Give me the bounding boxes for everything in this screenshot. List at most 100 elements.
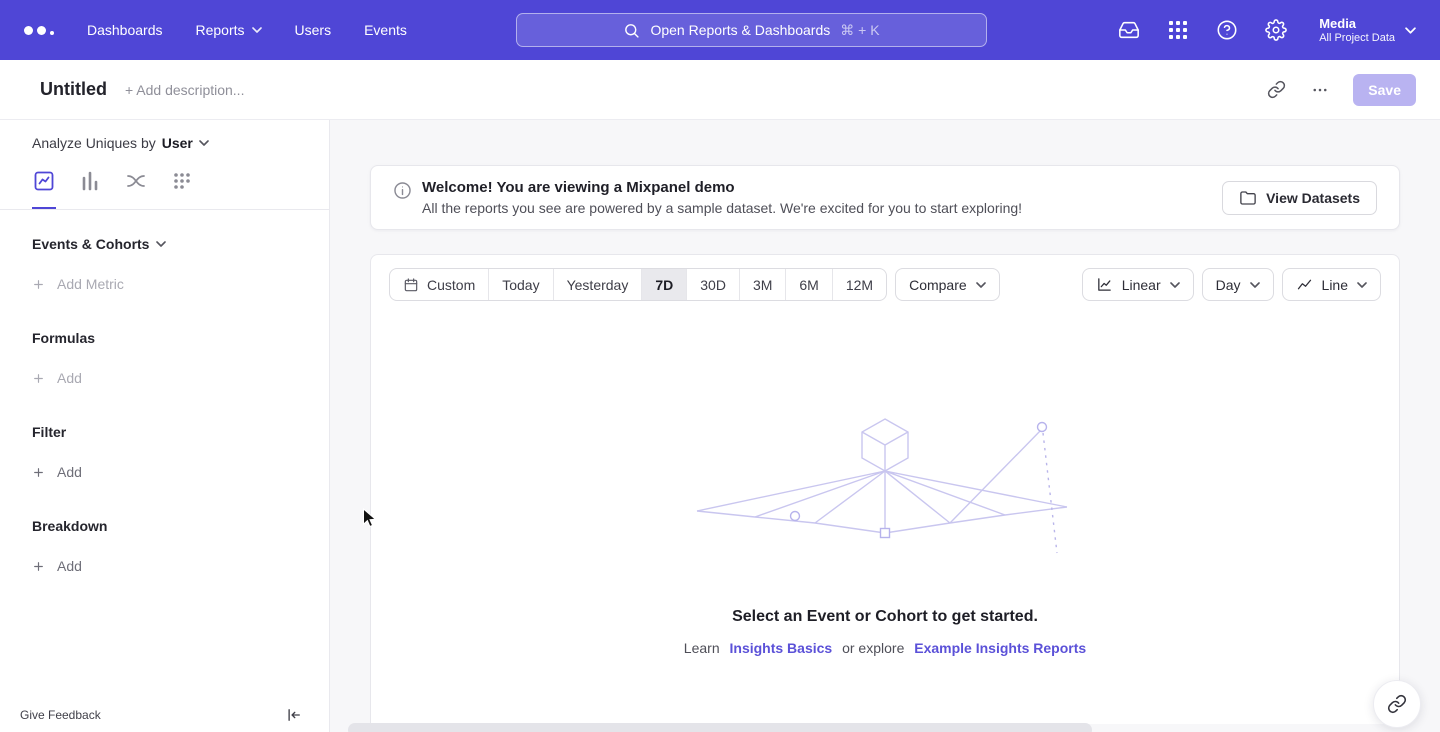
help-icon[interactable] (1215, 18, 1239, 42)
chart-type-dropdown[interactable]: Line (1282, 268, 1381, 301)
interval-dropdown[interactable]: Day (1202, 268, 1274, 301)
date-range-3m[interactable]: 3M (739, 269, 785, 300)
empty-state-illustration (695, 413, 1075, 568)
main-content: Welcome! You are viewing a Mixpanel demo… (330, 120, 1440, 732)
analyze-uniques-row: Analyze Uniques by User (32, 135, 329, 151)
date-range-custom[interactable]: Custom (390, 269, 488, 300)
mixpanel-logo[interactable] (24, 26, 54, 35)
date-range-7d[interactable]: 7D (641, 269, 686, 300)
empty-state: Select an Event or Cohort to get started… (371, 413, 1399, 656)
funnels-tab-icon (78, 169, 102, 193)
project-switcher[interactable]: Media All Project Data (1319, 16, 1416, 45)
share-link-fab[interactable] (1373, 680, 1421, 728)
gear-icon[interactable] (1264, 18, 1288, 42)
flows-tab-icon (124, 169, 148, 193)
add-breakdown-button[interactable]: Add (32, 558, 329, 574)
compare-button[interactable]: Compare (895, 268, 1000, 301)
retention-tab-icon (170, 169, 194, 193)
logo-dot (50, 31, 54, 35)
global-search[interactable]: Open Reports & Dashboards ⌘ + K (516, 13, 987, 47)
chevron-down-icon (1250, 282, 1260, 288)
chevron-down-icon (976, 282, 986, 288)
calendar-icon (403, 277, 419, 293)
add-formula-button[interactable]: Add (32, 370, 329, 386)
tab-flows[interactable] (124, 169, 148, 209)
ellipsis-icon (1311, 81, 1329, 99)
sidebar-footer: Give Feedback (20, 706, 303, 724)
info-icon (393, 181, 412, 205)
analyze-by-dropdown[interactable]: User (162, 135, 209, 151)
plus-icon (32, 466, 45, 479)
banner-text: Welcome! You are viewing a Mixpanel demo… (422, 179, 1022, 216)
plus-icon (32, 560, 45, 573)
copy-link-button[interactable] (1259, 73, 1293, 107)
demo-welcome-banner: Welcome! You are viewing a Mixpanel demo… (370, 165, 1400, 230)
project-scope: All Project Data (1319, 31, 1395, 45)
top-navigation: Dashboards Reports Users Events Open Rep… (0, 0, 1440, 60)
chevron-down-icon (252, 27, 262, 33)
empty-state-title: Select an Event or Cohort to get started… (371, 608, 1399, 626)
empty-state-subtitle: Learn Insights Basics or explore Example… (371, 640, 1399, 656)
report-title[interactable]: Untitled (40, 79, 107, 100)
formulas-heading: Formulas (32, 330, 329, 346)
date-range-30d[interactable]: 30D (686, 269, 739, 300)
chevron-down-icon (1170, 282, 1180, 288)
add-filter-button[interactable]: Add (32, 464, 329, 480)
date-range-6m[interactable]: 6M (785, 269, 831, 300)
chevron-down-icon (156, 241, 166, 247)
linear-scale-icon (1096, 276, 1113, 293)
chevron-down-icon (1357, 282, 1367, 288)
project-info: Media All Project Data (1319, 16, 1395, 45)
nav-users[interactable]: Users (295, 22, 332, 38)
banner-body: All the reports you see are powered by a… (422, 200, 1022, 216)
insights-chart-card: Custom Today Yesterday 7D 30D 3M 6M 12M … (370, 254, 1400, 724)
nav-events[interactable]: Events (364, 22, 407, 38)
logo-dot (37, 26, 46, 35)
line-chart-icon (1296, 276, 1313, 293)
report-description-placeholder[interactable]: + Add description... (125, 82, 244, 98)
logo-dot (24, 26, 33, 35)
apps-grid-icon[interactable] (1166, 18, 1190, 42)
events-cohorts-heading[interactable]: Events & Cohorts (32, 236, 329, 252)
insights-tab-icon (32, 169, 56, 193)
collapse-sidebar-button[interactable] (285, 706, 303, 724)
chevron-down-icon (199, 140, 209, 146)
insights-basics-link[interactable]: Insights Basics (730, 640, 833, 656)
learn-prefix: Learn (684, 640, 720, 656)
folder-icon (1239, 189, 1257, 207)
or-explore-text: or explore (842, 640, 904, 656)
date-range-yesterday[interactable]: Yesterday (553, 269, 642, 300)
inbox-icon[interactable] (1117, 18, 1141, 42)
nav-dashboards[interactable]: Dashboards (87, 22, 163, 38)
primary-nav: Dashboards Reports Users Events (87, 22, 407, 38)
search-icon (623, 22, 640, 39)
tab-insights[interactable] (32, 169, 56, 209)
example-insights-reports-link[interactable]: Example Insights Reports (914, 640, 1086, 656)
save-button[interactable]: Save (1353, 74, 1416, 106)
collapse-sidebar-icon (285, 706, 303, 724)
more-options-button[interactable] (1303, 73, 1337, 107)
scale-dropdown[interactable]: Linear (1082, 268, 1194, 301)
chevron-down-icon (1405, 27, 1416, 34)
nav-reports[interactable]: Reports (196, 22, 262, 38)
view-datasets-button[interactable]: View Datasets (1222, 181, 1377, 215)
search-placeholder: Open Reports & Dashboards (650, 22, 830, 38)
plus-icon (32, 278, 45, 291)
link-icon (1267, 80, 1286, 99)
add-metric-button[interactable]: Add Metric (32, 276, 329, 292)
tab-funnels[interactable] (78, 169, 102, 209)
search-shortcut: ⌘ + K (840, 22, 879, 39)
chart-toolbar: Custom Today Yesterday 7D 30D 3M 6M 12M … (371, 255, 1399, 301)
date-range-today[interactable]: Today (488, 269, 552, 300)
give-feedback-link[interactable]: Give Feedback (20, 708, 101, 722)
mixpanel-app: Dashboards Reports Users Events Open Rep… (0, 0, 1440, 732)
report-type-tabs (0, 169, 329, 210)
link-icon (1387, 694, 1407, 714)
report-header-actions: Save (1259, 73, 1416, 107)
analyze-prefix-label: Analyze Uniques by (32, 135, 156, 151)
banner-title: Welcome! You are viewing a Mixpanel demo (422, 179, 1022, 196)
tab-retention[interactable] (170, 169, 194, 209)
top-nav-right: Media All Project Data (1117, 16, 1416, 45)
horizontal-scrollbar[interactable] (348, 723, 1092, 732)
date-range-12m[interactable]: 12M (832, 269, 886, 300)
